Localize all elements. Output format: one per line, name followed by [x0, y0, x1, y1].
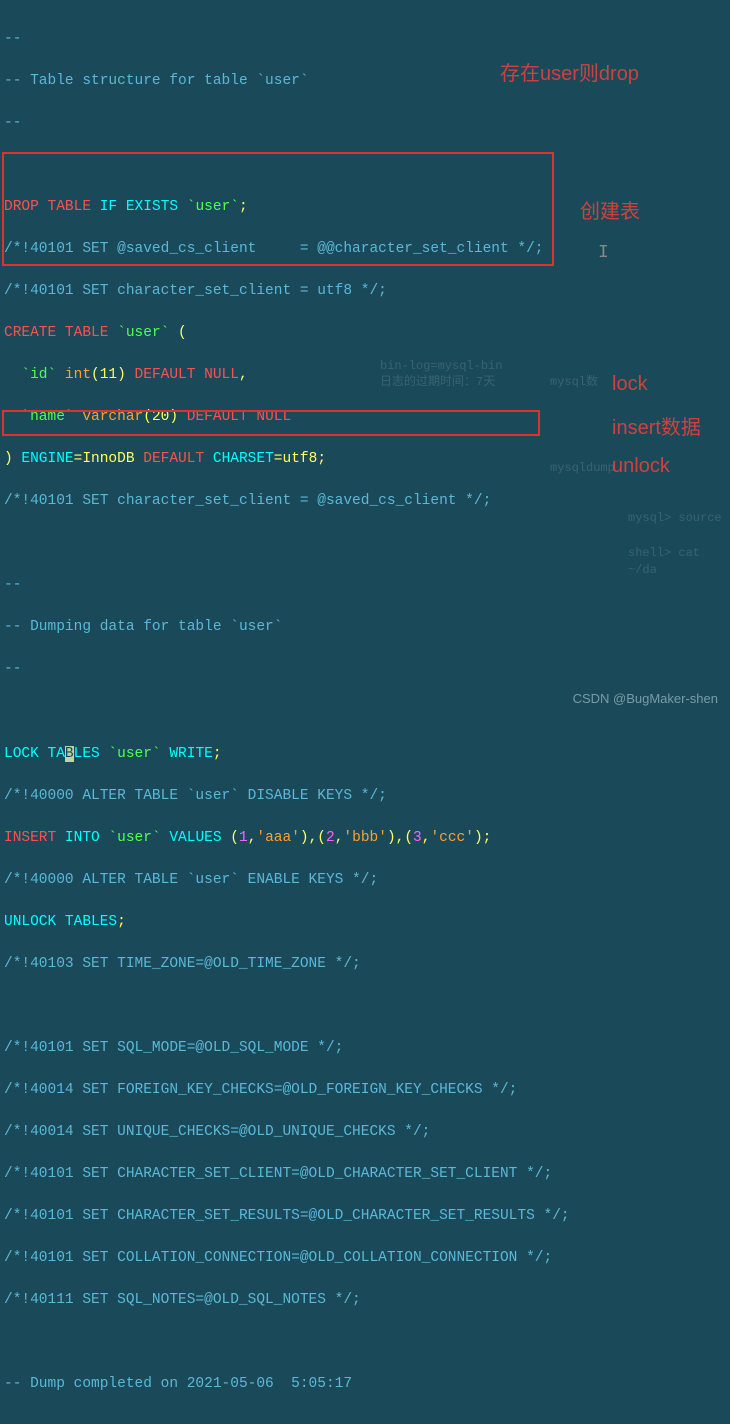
dashes: --: [4, 115, 21, 131]
set-saved-cs2: /*!40101 SET character_set_client = @sav…: [4, 493, 491, 509]
set-fk: /*!40014 SET FOREIGN_KEY_CHECKS=@OLD_FOR…: [4, 1082, 517, 1098]
set-sql-notes: /*!40111 SET SQL_NOTES=@OLD_SQL_NOTES */…: [4, 1292, 361, 1308]
insert-kw: INSERT: [4, 830, 56, 846]
set-sql-mode: /*!40101 SET SQL_MODE=@OLD_SQL_MODE */;: [4, 1040, 343, 1056]
annotation-create: 创建表: [580, 198, 640, 227]
annotation-lock: lock: [612, 370, 648, 399]
create-kw: CREATE: [4, 325, 56, 341]
set-collation: /*!40101 SET COLLATION_CONNECTION=@OLD_C…: [4, 1250, 552, 1266]
dump-complete: -- Dump completed on 2021-05-06 5:05:17: [4, 1376, 352, 1392]
watermark: CSDN @BugMaker-shen: [573, 690, 718, 709]
dashes: --: [4, 661, 21, 677]
alter-disable: /*!40000 ALTER TABLE `user` DISABLE KEYS…: [4, 788, 387, 804]
annotation-insert: insert数据: [612, 414, 701, 443]
annotation-unlock: unlock: [612, 452, 670, 481]
set-cs-client: /*!40101 SET CHARACTER_SET_CLIENT=@OLD_C…: [4, 1166, 552, 1182]
dashes: --: [4, 577, 21, 593]
set-cs-results: /*!40101 SET CHARACTER_SET_RESULTS=@OLD_…: [4, 1208, 570, 1224]
alter-enable: /*!40000 ALTER TABLE `user` ENABLE KEYS …: [4, 872, 378, 888]
set-uniq: /*!40014 SET UNIQUE_CHECKS=@OLD_UNIQUE_C…: [4, 1124, 430, 1140]
drop-kw: DROP: [4, 199, 39, 215]
text-cursor-icon: I: [598, 240, 609, 266]
dashes: --: [4, 31, 21, 47]
dump-data-comment: -- Dumping data for table `user`: [4, 619, 282, 635]
set-tz: /*!40103 SET TIME_ZONE=@OLD_TIME_ZONE */…: [4, 956, 361, 972]
set-utf8: /*!40101 SET character_set_client = utf8…: [4, 283, 387, 299]
annotation-drop: 存在user则drop: [500, 60, 639, 89]
set-saved-cs: /*!40101 SET @saved_cs_client = @@charac…: [4, 241, 544, 257]
lock-kw: LOCK: [4, 746, 39, 762]
unlock-kw: UNLOCK: [4, 914, 56, 930]
table-structure-comment: -- Table structure for table `user`: [4, 73, 309, 89]
